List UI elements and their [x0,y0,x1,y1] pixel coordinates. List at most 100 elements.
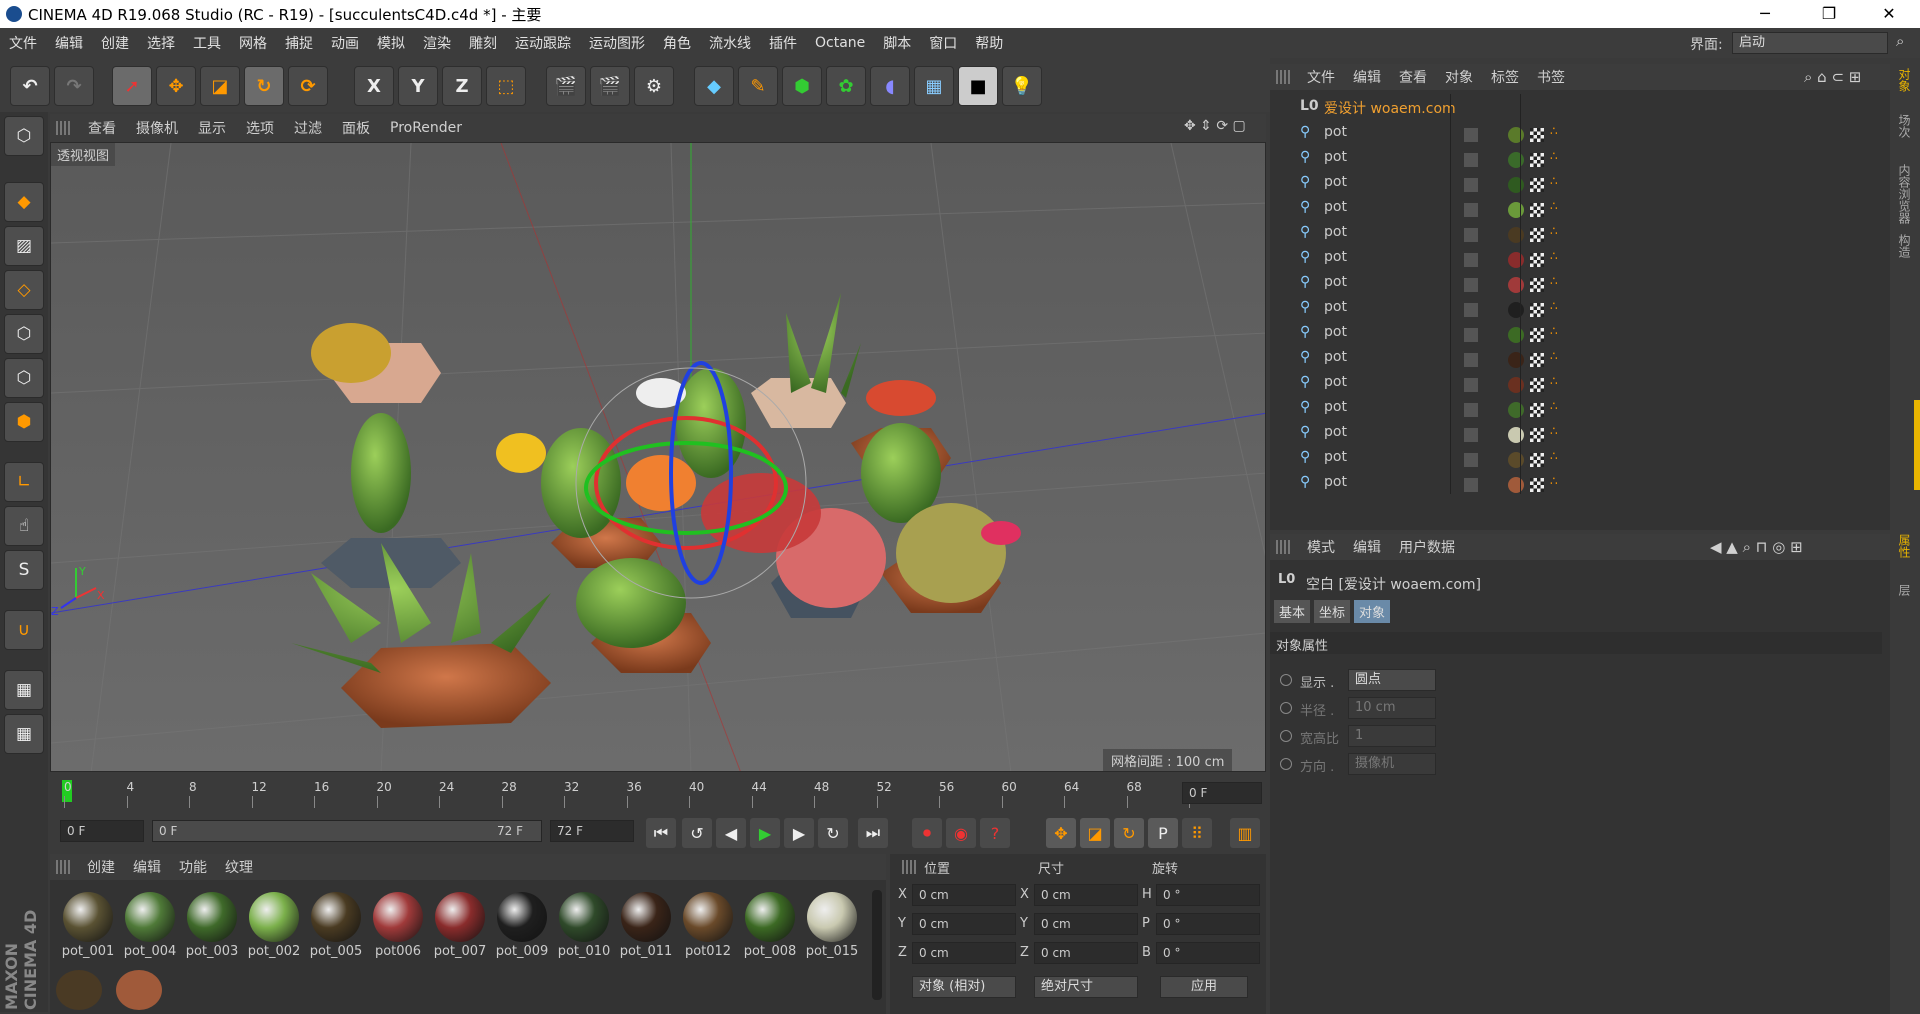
next-key-icon[interactable]: ↻ [818,818,848,848]
visibility-toggle-icon[interactable] [1464,453,1478,467]
property-value[interactable]: 10 cm [1348,697,1436,719]
move-icon[interactable]: ✥ [156,66,196,106]
axis-mode-icon[interactable]: ∟ [4,462,44,502]
material-tag-icon[interactable] [1508,302,1524,318]
lock-y-axis-icon[interactable]: Y [398,66,438,106]
key-points-icon[interactable]: ⠿ [1182,818,1212,848]
material-swatch[interactable]: pot012 [680,890,736,966]
lock-x-axis-icon[interactable]: X [354,66,394,106]
polygons-mode-icon[interactable]: ⬢ [4,402,44,442]
menu-item[interactable]: 窗口 [920,33,966,53]
key-position-icon[interactable]: ✥ [1046,818,1076,848]
previous-frame-icon[interactable]: ◀ [716,818,746,848]
visibility-toggle-icon[interactable] [1464,278,1478,292]
object-row[interactable]: ⚲ pot ∴ [1278,324,1878,349]
pen-spline-icon[interactable]: ✎ [738,66,778,106]
object-row[interactable]: ⚲ pot ∴ [1278,474,1878,499]
tweak-mode-icon[interactable]: ☝ [4,506,44,546]
material-tag-icon[interactable] [1508,127,1524,143]
tab-basic[interactable]: 基本 [1274,600,1311,623]
visibility-toggle-icon[interactable] [1464,378,1478,392]
object-row[interactable]: ⚲ pot ∴ [1278,449,1878,474]
radio-icon[interactable] [1280,674,1292,686]
radio-icon[interactable] [1280,758,1292,770]
lock-z-axis-icon[interactable]: Z [442,66,482,106]
subdivision-icon[interactable]: ⬢ [782,66,822,106]
menu-item[interactable]: 流水线 [700,33,760,53]
search-icon[interactable]: ⌕ [1896,32,1904,50]
tab-object[interactable]: 对象 [1354,600,1391,623]
material-scrollbar[interactable] [872,890,882,1000]
viewport-scene[interactable] [51,143,1266,772]
attribute-menu-item[interactable]: 模式 [1298,537,1344,557]
texture-tag-icon[interactable] [1530,428,1544,442]
menu-item[interactable]: 网格 [230,33,276,53]
visibility-toggle-icon[interactable] [1464,353,1478,367]
texture-tag-icon[interactable] [1530,378,1544,392]
texture-tag-icon[interactable] [1530,353,1544,367]
texture-tag-icon[interactable] [1530,128,1544,142]
key-parameter-icon[interactable]: P [1148,818,1178,848]
material-preview[interactable] [621,892,671,942]
position-field[interactable]: 0 cm [912,942,1016,964]
perspective-viewport[interactable]: 透视视图 Y X Z 网格间距 : 100 cm [50,142,1266,772]
texture-tag-icon[interactable] [1530,453,1544,467]
material-preview[interactable] [559,892,609,942]
xpresso-tag-icon[interactable]: ∴ [1550,299,1558,313]
xpresso-tag-icon[interactable]: ∴ [1550,274,1558,288]
right-side-tab[interactable]: 对象 [1896,68,1913,92]
record-keys-icon[interactable]: ⏺ [912,818,942,848]
make-editable-icon[interactable]: ⬡ [4,116,44,156]
snap-icon[interactable]: ∪ [4,610,44,650]
property-value[interactable]: 1 [1348,725,1436,747]
texture-mode-icon[interactable]: ▨ [4,226,44,266]
size-mode-select[interactable]: 绝对尺寸 [1034,976,1138,998]
viewport-menu-item[interactable]: 选项 [236,118,284,138]
material-swatch[interactable]: pot_004 [122,890,178,966]
position-field[interactable]: 0 cm [912,913,1016,935]
object-menu-item[interactable]: 查看 [1390,67,1436,87]
render-picture-viewer-icon[interactable]: 🎬 [590,66,630,106]
visibility-toggle-icon[interactable] [1464,478,1478,492]
material-preview[interactable] [249,892,299,942]
material-tag-icon[interactable] [1508,452,1524,468]
object-row[interactable]: ⚲ pot ∴ [1278,349,1878,374]
coord-mode-select[interactable]: 对象 (相对) [912,976,1016,998]
menu-item[interactable]: 雕刻 [460,33,506,53]
menu-item[interactable]: 编辑 [46,33,92,53]
material-preview[interactable] [125,892,175,942]
object-row[interactable]: ⚲ pot ∴ [1278,149,1878,174]
previous-key-icon[interactable]: ↺ [682,818,712,848]
rotation-field[interactable]: 0 ° [1156,913,1260,935]
xpresso-tag-icon[interactable]: ∴ [1550,324,1558,338]
xpresso-tag-icon[interactable]: ∴ [1550,374,1558,388]
material-swatch[interactable]: pot_009 [494,890,550,966]
material-swatch[interactable]: pot_001 [60,890,116,966]
object-row[interactable]: ⚲ pot ∴ [1278,299,1878,324]
object-menu-item[interactable]: 编辑 [1344,67,1390,87]
live-selection-icon[interactable]: ➚ [112,66,152,106]
texture-tag-icon[interactable] [1530,228,1544,242]
material-tag-icon[interactable] [1508,377,1524,393]
material-tag-icon[interactable] [1508,427,1524,443]
size-field[interactable]: 0 cm [1034,913,1138,935]
cloner-icon[interactable]: ✿ [826,66,866,106]
menu-item[interactable]: 运动图形 [580,33,654,53]
menu-item[interactable]: 模拟 [368,33,414,53]
material-tag-icon[interactable] [1508,177,1524,193]
points-mode-icon[interactable]: ⬡ [4,314,44,354]
preview-range-slider[interactable]: 0 F 72 F [152,820,542,842]
material-swatch[interactable]: pot_015 [804,890,860,966]
radio-icon[interactable] [1280,702,1292,714]
right-side-tab[interactable]: 构造 [1896,234,1913,258]
succulent-pot[interactable] [341,643,551,728]
visibility-toggle-icon[interactable] [1464,178,1478,192]
xpresso-tag-icon[interactable]: ∴ [1550,174,1558,188]
material-tag-icon[interactable] [1508,402,1524,418]
visibility-toggle-icon[interactable] [1464,328,1478,342]
edges-mode-icon[interactable]: ⬡ [4,358,44,398]
xpresso-tag-icon[interactable]: ∴ [1550,424,1558,438]
material-tag-icon[interactable] [1508,277,1524,293]
key-rotation-icon[interactable]: ↻ [1114,818,1144,848]
auto-key-icon[interactable]: ◉ [946,818,976,848]
